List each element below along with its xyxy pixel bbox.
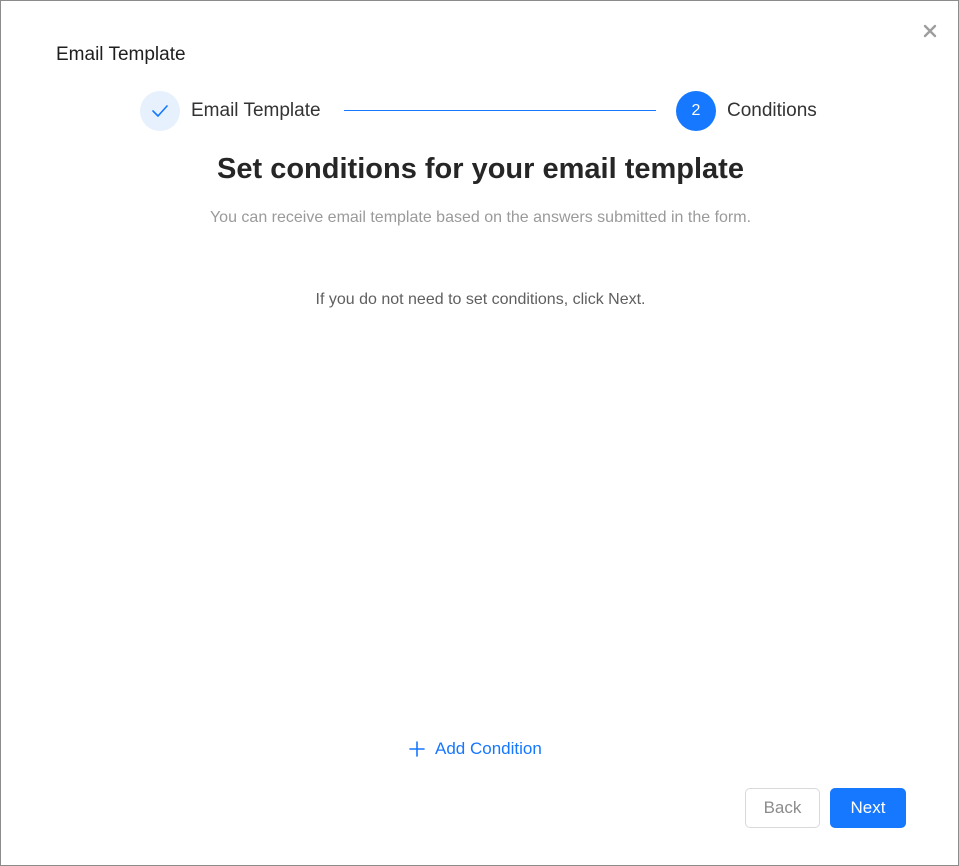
step-label: Email Template xyxy=(191,100,321,121)
step-connector xyxy=(344,110,656,111)
add-condition-button[interactable]: Add Condition xyxy=(409,737,542,761)
close-icon xyxy=(923,24,937,38)
page-heading: Set conditions for your email template xyxy=(217,153,744,185)
plus-icon xyxy=(409,741,425,757)
close-button[interactable] xyxy=(919,20,941,42)
dialog-title: Email Template xyxy=(56,44,186,65)
step-label: Conditions xyxy=(727,100,817,121)
no-conditions-hint: If you do not need to set conditions, cl… xyxy=(315,291,646,308)
back-button[interactable]: Back xyxy=(745,788,820,828)
email-template-dialog: Email Template Email Template 2 Conditio… xyxy=(0,0,959,866)
next-button[interactable]: Next xyxy=(830,788,906,828)
check-icon xyxy=(152,105,168,117)
add-condition-label: Add Condition xyxy=(435,739,542,758)
step-done-indicator xyxy=(140,91,180,131)
page-subtitle: You can receive email template based on … xyxy=(209,209,752,226)
step-number-badge: 2 xyxy=(676,91,716,131)
step-conditions[interactable]: 2 Conditions xyxy=(676,91,817,131)
step-email-template[interactable]: Email Template xyxy=(140,91,321,131)
